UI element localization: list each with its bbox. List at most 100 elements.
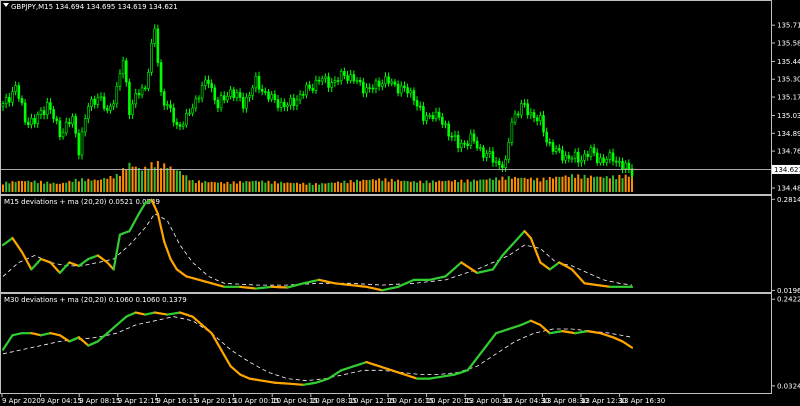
candle-body (396, 83, 400, 94)
volume-bar (612, 175, 615, 192)
volume-bar (558, 176, 561, 192)
volume-bar (96, 180, 99, 192)
candle-body (140, 87, 144, 96)
candle-body (320, 78, 324, 82)
volume-bar (239, 181, 242, 192)
candle-body (362, 81, 365, 94)
candle-body (74, 116, 77, 134)
volume-bar (450, 181, 453, 192)
volume-bar (321, 183, 324, 192)
dropdown-triangle-icon[interactable] (3, 3, 9, 7)
candle-body (343, 71, 346, 76)
price-tick-label: 134.895 (777, 130, 800, 138)
candle-body (460, 142, 463, 149)
candle-body (608, 152, 612, 160)
volume-bar (444, 180, 447, 192)
volume-bar (254, 180, 257, 192)
volume-bar (580, 178, 583, 192)
candle-body (589, 147, 593, 157)
trading-chart[interactable]: GBPJPY,M15 134.694 134.695 134.619 134.6… (0, 0, 800, 406)
volume-bar (207, 182, 210, 192)
candle-body (554, 148, 558, 152)
candle-body (273, 94, 277, 100)
volume-bar (99, 179, 102, 192)
volume-bar (371, 179, 374, 192)
time-tick-label: 9 Apr 04:15 (41, 397, 82, 405)
volume-bar (24, 181, 27, 192)
candle-body (599, 157, 602, 164)
volume-bar (479, 179, 482, 192)
volume-bar (264, 182, 267, 192)
volume-bar (156, 161, 159, 192)
volume-bar (324, 183, 327, 192)
volume-bar (570, 174, 573, 192)
volume-bar (302, 182, 305, 192)
volume-bar (400, 181, 403, 192)
volume-bar (210, 181, 213, 192)
volume-bar (526, 178, 529, 192)
candle-body (368, 87, 371, 89)
oscillator-segment (115, 233, 122, 254)
candle-body (592, 147, 596, 154)
candle-body (371, 87, 375, 90)
candle-body (26, 121, 30, 125)
price-tick-label: 135.170 (777, 94, 800, 102)
candle-body (314, 79, 318, 91)
candle-body (216, 99, 220, 109)
candle-body (301, 94, 305, 96)
candle-body (339, 71, 343, 81)
volume-bar (523, 177, 526, 192)
volume-bar (292, 183, 295, 192)
candle-body (162, 91, 166, 106)
volume-bar (71, 181, 74, 192)
candle-body (491, 151, 495, 163)
candle-body (49, 102, 52, 110)
candle-body (494, 160, 498, 163)
volume-bar (359, 181, 362, 192)
volume-bar (163, 163, 166, 192)
volume-bar (204, 181, 207, 192)
candle-body (349, 74, 352, 81)
candle-body (324, 76, 327, 79)
candle-body (548, 141, 552, 144)
volume-bar (428, 182, 431, 192)
candle-body (336, 80, 340, 82)
volume-bar (337, 181, 340, 192)
volume-bar (261, 180, 264, 192)
oscillator-segment (153, 205, 159, 215)
volume-bar (62, 182, 65, 192)
volume-bar (441, 181, 444, 192)
oscillator-segment (163, 240, 169, 252)
candle-body (112, 103, 115, 107)
volume-bar (150, 162, 153, 192)
volume-bar (39, 180, 42, 192)
candle-body (188, 112, 191, 115)
candle-body (156, 28, 160, 63)
volume-bar (175, 170, 178, 192)
volume-bar (333, 182, 336, 192)
volume-bar (2, 184, 4, 192)
candle-body (478, 147, 482, 149)
volume-bar (232, 181, 235, 192)
ma-line (2, 316, 633, 382)
volume-bar (476, 180, 479, 192)
candle-body (463, 142, 466, 145)
m15-panel-frame (0, 195, 772, 293)
candle-body (42, 110, 46, 116)
candle-body (121, 60, 125, 75)
volume-bar (384, 178, 387, 192)
candle-body (532, 112, 536, 118)
candle-body (516, 113, 520, 116)
volume-bar (112, 178, 115, 192)
candle-body (20, 98, 24, 104)
candle-body (428, 115, 432, 117)
volume-bar (608, 178, 611, 192)
candle-body (472, 133, 476, 142)
candle-body (33, 118, 36, 124)
volume-bar (248, 181, 251, 192)
candle-body (153, 28, 157, 44)
candle-body (542, 115, 545, 133)
volume-bar (365, 180, 368, 192)
candle-body (523, 103, 526, 105)
candle-body (627, 162, 631, 170)
